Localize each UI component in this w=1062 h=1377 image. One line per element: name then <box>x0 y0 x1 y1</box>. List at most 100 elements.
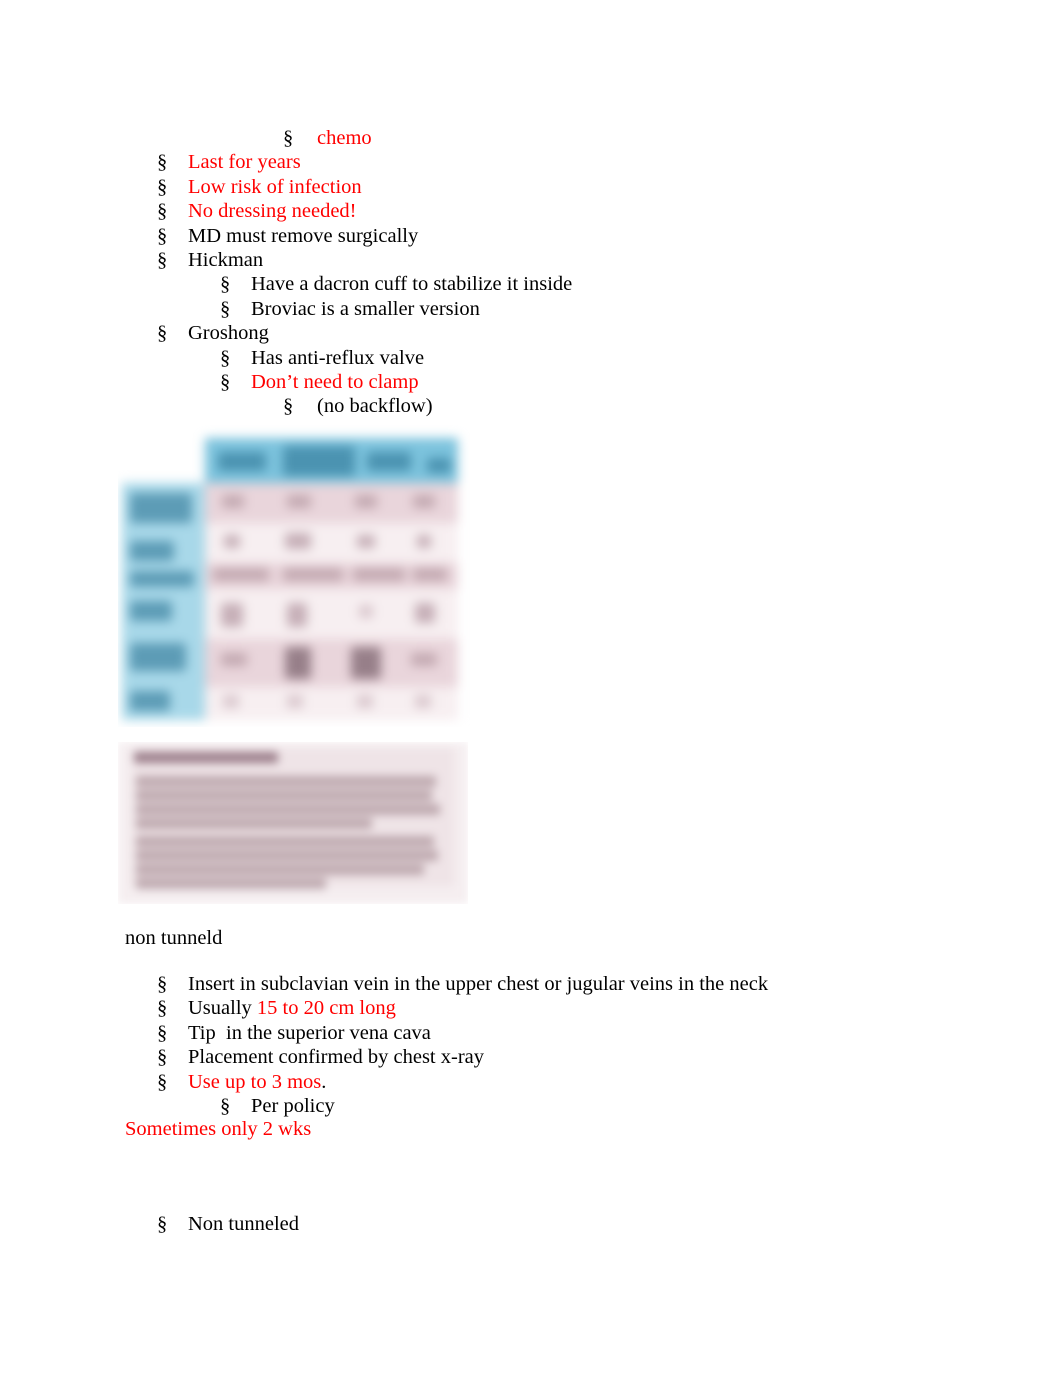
outline-list-non-tunneled: § Insert in subclavian vein in the upper… <box>0 972 1062 1118</box>
table-row-label <box>130 643 186 671</box>
table-row <box>205 563 458 589</box>
list-item: § No dressing needed! <box>0 199 1062 223</box>
list-item-label: No dressing needed! <box>188 200 357 223</box>
outline-list-tunneled: § chemo § Last for years § Low risk of i… <box>0 126 1062 419</box>
list-item: § Last for years <box>0 150 1062 174</box>
catheter-comparison-table-image <box>118 425 470 727</box>
table-row <box>205 687 458 720</box>
list-item-label-suffix: . <box>321 1070 327 1093</box>
table-row <box>205 639 458 687</box>
table-cell <box>359 605 373 618</box>
list-item: § Broviac is a smaller version <box>0 297 1062 321</box>
paragraph-text-line <box>136 850 438 861</box>
bullet-marker: § <box>157 1021 168 1044</box>
list-item: § (no backflow) <box>0 394 1062 418</box>
table-cell <box>415 603 435 623</box>
bullet-marker: § <box>220 370 231 393</box>
bullet-marker: § <box>283 395 294 418</box>
list-item: § Use up to 3 mos. <box>0 1070 1062 1094</box>
list-item-label: Placement confirmed by chest x-ray <box>188 1046 484 1069</box>
list-item: § Hickman <box>0 248 1062 272</box>
bullet-marker: § <box>157 248 168 271</box>
bullet-marker: § <box>220 1094 231 1117</box>
bullet-marker: § <box>157 322 168 345</box>
paragraph-graphic <box>118 742 468 904</box>
table-cell <box>213 568 269 581</box>
bullet-marker: § <box>157 1070 168 1093</box>
table-cell <box>283 568 343 581</box>
catheter-notes-paragraph-image <box>118 742 468 904</box>
table-body <box>205 483 458 720</box>
list-item-label: chemo <box>317 127 372 149</box>
table-cell <box>411 653 437 666</box>
list-item-label-highlight: Use up to 3 mos <box>188 1070 322 1093</box>
table-cell <box>221 603 243 627</box>
table-cell <box>287 495 311 508</box>
list-item-label: MD must remove surgically <box>188 224 419 247</box>
table-cell <box>223 695 239 708</box>
table-cell <box>417 535 431 548</box>
table-header-cell <box>283 446 355 476</box>
table-row <box>205 589 458 639</box>
table-row <box>205 483 458 523</box>
paragraph-text-line <box>136 864 424 875</box>
list-item-label: (no backflow) <box>317 395 433 418</box>
trailing-note: Sometimes only 2 wks <box>125 1118 312 1140</box>
bullet-marker: § <box>157 175 168 198</box>
list-item: § Insert in subclavian vein in the upper… <box>0 972 1062 996</box>
list-item-label: Insert in subclavian vein in the upper c… <box>188 973 769 995</box>
list-item-label: Has anti-reflux valve <box>251 346 425 369</box>
table-grid <box>122 438 458 720</box>
table-row-label <box>130 691 170 711</box>
table-cell <box>353 568 405 581</box>
bullet-marker: § <box>157 200 168 223</box>
table-header-cell <box>367 452 411 471</box>
table-cell <box>413 568 447 581</box>
list-item: § Per policy <box>0 1094 1062 1118</box>
bullet-marker: § <box>157 224 168 247</box>
table-cell <box>357 695 373 708</box>
list-item-label: Per policy <box>251 1094 335 1117</box>
list-item: § MD must remove surgically <box>0 224 1062 248</box>
bullet-marker: § <box>157 973 168 995</box>
list-item-label: Broviac is a smaller version <box>251 297 480 320</box>
table-graphic <box>118 425 470 727</box>
list-item-label-highlight: 15 to 20 cm long <box>256 997 396 1020</box>
table-header-cell <box>427 458 451 473</box>
table-cell <box>357 535 375 548</box>
outline-list-final: § Non tunneled <box>0 1212 1062 1236</box>
list-item-label: Hickman <box>188 248 264 271</box>
table-row-label <box>130 601 172 621</box>
table-cell <box>221 653 247 666</box>
section-heading: non tunneld <box>125 927 223 949</box>
bullet-marker: § <box>220 297 231 320</box>
table-header-row <box>205 438 458 483</box>
paragraph-text-line <box>136 776 436 787</box>
table-cell <box>351 647 381 679</box>
bullet-marker: § <box>157 151 168 174</box>
table-row-label <box>130 571 194 587</box>
list-item-label: Tip in the superior vena cava <box>188 1021 431 1044</box>
list-item: § chemo <box>0 126 1062 150</box>
list-item-label: Don’t need to clamp <box>251 370 419 393</box>
table-cell <box>285 533 311 549</box>
list-item-label: Non tunneled <box>188 1213 300 1235</box>
list-item-label: Groshong <box>188 322 269 345</box>
list-item-label: Low risk of infection <box>188 175 362 198</box>
list-item: § Tip in the superior vena cava <box>0 1021 1062 1045</box>
table-cell <box>415 695 431 708</box>
list-item-label: Last for years <box>188 151 301 174</box>
table-header-cell <box>218 452 266 471</box>
list-item: § Usually 15 to 20 cm long <box>0 996 1062 1020</box>
table-cell <box>285 647 311 679</box>
table-cell <box>287 695 303 708</box>
table-cell <box>287 603 307 627</box>
paragraph-text-line <box>136 790 432 801</box>
list-item: § Placement confirmed by chest x-ray <box>0 1045 1062 1069</box>
paragraph-text-line <box>136 818 372 829</box>
paragraph-heading-line <box>134 752 278 763</box>
bullet-marker: § <box>157 1213 168 1235</box>
table-cell <box>355 495 377 508</box>
bullet-marker: § <box>157 997 168 1020</box>
list-item-label-prefix: Usually <box>188 997 257 1020</box>
